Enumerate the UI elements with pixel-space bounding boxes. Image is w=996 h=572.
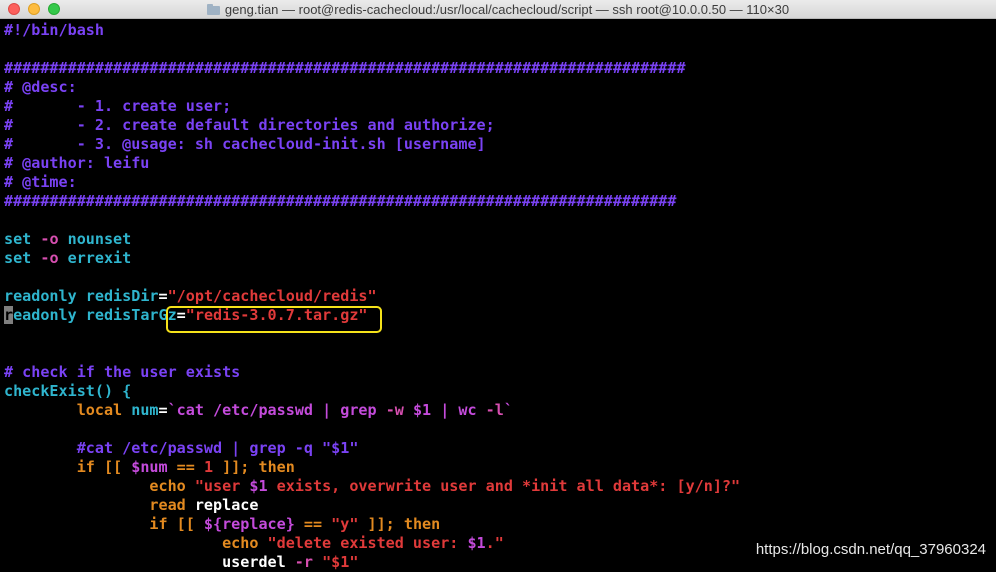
code-token: set — [4, 249, 41, 267]
code-token: readonly — [4, 287, 86, 305]
code-token: replace — [194, 496, 259, 514]
code-token: 1 — [203, 458, 214, 476]
code-token: == — [294, 515, 332, 533]
code-token: redisDir — [85, 287, 159, 305]
code-token: | wc — [431, 401, 486, 419]
terminal-line: ########################################… — [4, 59, 996, 78]
code-token: -r — [294, 553, 323, 571]
code-token: # - 3. @usage: sh cachecloud-init.sh [us… — [4, 135, 486, 153]
terminal-line: if [[ $num == 1 ]]; then — [4, 458, 996, 477]
terminal-line: if [[ ${replace} == "y" ]]; then — [4, 515, 996, 534]
code-token: echo — [4, 477, 195, 495]
code-token: # @desc: — [4, 78, 77, 96]
code-token: "$1" — [322, 553, 359, 571]
terminal-line: local num=`cat /etc/passwd | grep -w $1 … — [4, 401, 996, 420]
terminal-line: echo "user $1 exists, overwrite user and… — [4, 477, 996, 496]
code-token: ########################################… — [4, 192, 677, 210]
code-token: #cat /etc/passwd | grep -q "$1" — [4, 439, 359, 457]
watermark: https://blog.csdn.net/qq_37960324 — [755, 541, 986, 558]
code-token: ." — [485, 534, 504, 552]
terminal-line: set -o errexit — [4, 249, 996, 268]
annotation-highlight-box — [166, 306, 382, 333]
terminal-line: read replace — [4, 496, 996, 515]
terminal-line: readonly redisDir="/opt/cachecloud/redis… — [4, 287, 996, 306]
code-token: # @time: — [4, 173, 77, 191]
window-title-container: geng.tian — root@redis-cachecloud:/usr/l… — [0, 0, 996, 19]
terminal-line: # - 2. create default directories and au… — [4, 116, 996, 135]
folder-icon — [206, 4, 220, 15]
code-token: `cat /etc/passwd | grep — [167, 401, 386, 419]
code-token: eadonly — [13, 306, 86, 324]
code-token: "/opt/cachecloud/redis" — [167, 287, 377, 305]
terminal-content[interactable]: #!/bin/bash #############################… — [4, 21, 996, 571]
code-token: $1 — [467, 534, 486, 552]
code-token: # @author: leifu — [4, 154, 150, 172]
code-token: ]]; then — [213, 458, 295, 476]
code-token: if [[ — [4, 458, 132, 476]
code-token: -o — [40, 230, 68, 248]
code-token: redisTarGz — [85, 306, 177, 324]
code-token: read — [4, 496, 195, 514]
terminal-cursor: r — [4, 306, 14, 324]
code-token: nounset — [67, 230, 132, 248]
code-token: ########################################… — [4, 59, 686, 77]
terminal-line: # - 1. create user; — [4, 97, 996, 116]
code-token: if [[ — [4, 515, 204, 533]
code-token: = — [158, 401, 168, 419]
code-token: # - 1. create user; — [4, 97, 232, 115]
code-token: -w — [385, 401, 413, 419]
code-token: # - 2. create default directories and au… — [4, 116, 495, 134]
code-token: set — [4, 230, 41, 248]
code-token: ${replace} — [203, 515, 295, 533]
code-token: userdel — [4, 553, 295, 571]
terminal-line: # - 3. @usage: sh cachecloud-init.sh [us… — [4, 135, 996, 154]
terminal-line: # @time: — [4, 173, 996, 192]
code-token: ` — [503, 401, 513, 419]
code-token: local — [4, 401, 132, 419]
code-token: -l — [485, 401, 504, 419]
code-token: -o — [40, 249, 68, 267]
code-token: "y" — [331, 515, 359, 533]
terminal-line: #cat /etc/passwd | grep -q "$1" — [4, 439, 996, 458]
terminal-line: checkExist() { — [4, 382, 996, 401]
code-token: checkExist() { — [4, 382, 132, 400]
code-token: ]]; then — [358, 515, 441, 533]
code-token: exists, overwrite user and *init all dat… — [267, 477, 741, 495]
window-title: geng.tian — root@redis-cachecloud:/usr/l… — [224, 2, 790, 17]
terminal-line: # check if the user exists — [4, 363, 996, 382]
terminal-line: ########################################… — [4, 192, 996, 211]
terminal-line: set -o nounset — [4, 230, 996, 249]
terminal-line: readonly redisTarGz="redis-3.0.7.tar.gz" — [4, 306, 996, 325]
code-token: $1 — [412, 401, 432, 419]
terminal-line: # @desc: — [4, 78, 996, 97]
code-token: $1 — [249, 477, 268, 495]
code-token: $num — [131, 458, 168, 476]
terminal-line: # @author: leifu — [4, 154, 996, 173]
window-titlebar: geng.tian — root@redis-cachecloud:/usr/l… — [0, 0, 996, 19]
code-token: = — [158, 287, 168, 305]
code-token: num — [131, 401, 159, 419]
code-token: "delete existed user: — [267, 534, 468, 552]
code-token: echo — [4, 534, 268, 552]
terminal-line: #!/bin/bash — [4, 21, 996, 40]
code-token: # check if the user exists — [4, 363, 241, 381]
code-token: == — [167, 458, 204, 476]
code-token: #!/bin/bash — [4, 21, 104, 39]
code-token: errexit — [67, 249, 132, 267]
code-token: "user — [194, 477, 250, 495]
